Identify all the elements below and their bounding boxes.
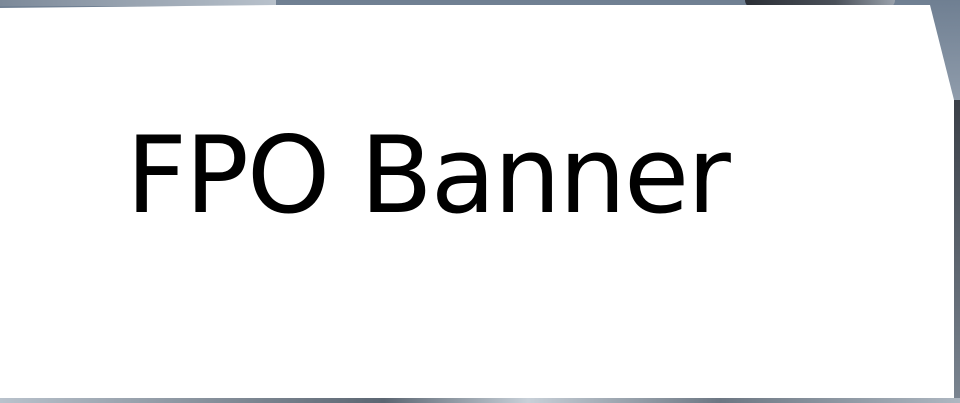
placeholder-card: FPO Banner [0,5,954,398]
fpo-banner-placeholder: FPO Banner [0,0,960,403]
background-photo-edge-bottom [0,398,960,403]
background-photo-edge-right [954,100,960,403]
banner-title: FPO Banner [126,114,731,237]
background-photo-edge-top [0,0,276,6]
